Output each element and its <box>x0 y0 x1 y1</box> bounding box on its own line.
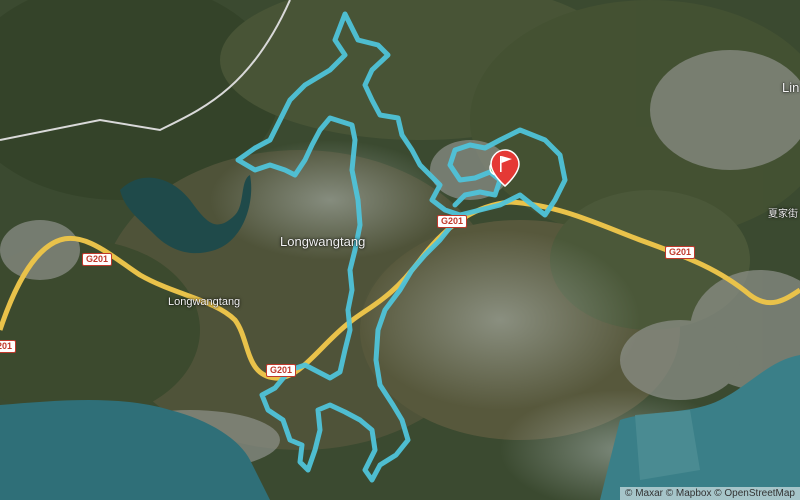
road-shield-g201: G201 <box>266 364 297 377</box>
road-shield-g201: G201 <box>82 253 113 266</box>
road-shield-g201: G201 <box>437 215 468 228</box>
road-shield-g201: G201 <box>665 246 696 259</box>
harbor <box>635 410 700 480</box>
map-view[interactable]: G201 G201 G201 G201 G201 Longwangtang Lo… <box>0 0 800 500</box>
map-attribution[interactable]: © Maxar © Mapbox © OpenStreetMap <box>620 487 800 500</box>
road-shield-g201: G201 <box>0 340 17 353</box>
